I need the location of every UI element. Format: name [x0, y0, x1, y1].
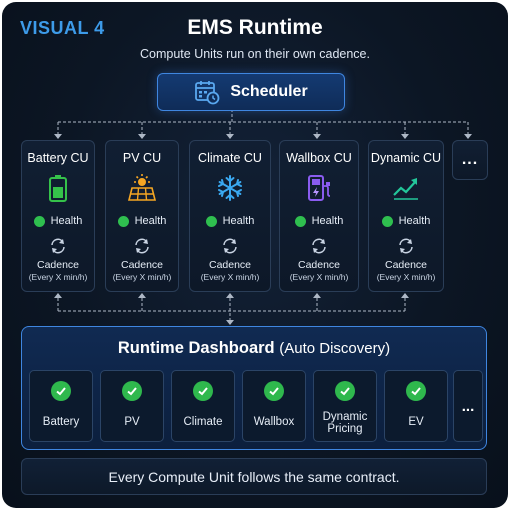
- check-icon: [335, 381, 355, 401]
- dashboard-title-main: Runtime Dashboard: [117, 339, 275, 357]
- cu-card-wallbox[interactable]: Wallbox CU Health Cadence (Every X min/h…: [279, 140, 359, 292]
- cu-title: Wallbox CU: [286, 151, 352, 165]
- tile-label: Wallbox: [253, 416, 295, 428]
- health-indicator: Health: [22, 215, 94, 227]
- solar-panel-icon: [106, 174, 178, 202]
- dashboard-title-sub: (Auto Discovery): [279, 340, 391, 357]
- cadence-label: Cadence: [36, 259, 80, 271]
- cadence-detail: (Every X min/h): [289, 272, 349, 282]
- contract-footer: Every Compute Unit follows the same cont…: [21, 458, 487, 495]
- tile-label: Dynamic Pricing: [314, 411, 376, 435]
- cadence-detail: (Every X min/h): [112, 272, 172, 282]
- refresh-icon: [106, 237, 178, 255]
- dashboard-tile-climate[interactable]: Climate: [171, 370, 235, 442]
- dashboard-title: Runtime Dashboard (Auto Discovery): [22, 339, 486, 358]
- check-icon: [51, 381, 71, 401]
- diagram-frame: VISUAL 4 EMS Runtime Compute Units run o…: [2, 2, 508, 508]
- dashboard-tile-pv[interactable]: PV: [100, 370, 164, 442]
- refresh-icon: [190, 237, 270, 255]
- cadence-detail: (Every X min/h): [200, 272, 260, 282]
- cadence-label: Cadence: [297, 259, 341, 271]
- health-indicator: Health: [106, 215, 178, 227]
- health-indicator: Health: [190, 215, 270, 227]
- refresh-icon: [280, 237, 358, 255]
- tile-label: EV: [408, 416, 424, 428]
- health-dot: [117, 215, 129, 227]
- health-dot: [33, 215, 45, 227]
- cu-card-climate[interactable]: Climate CU Health Cadence (Every X min/h…: [189, 140, 271, 292]
- check-icon: [264, 381, 284, 401]
- health-label: Health: [311, 215, 344, 227]
- health-label: Health: [50, 215, 83, 227]
- cu-card-dynamic[interactable]: Dynamic CU Health Cadence (Every X min/h…: [368, 140, 444, 292]
- tile-label-line1: Dynamic: [322, 411, 368, 423]
- tile-label-line2: Pricing: [327, 423, 363, 435]
- trend-chart-icon: [369, 174, 443, 202]
- health-label: Health: [222, 215, 255, 227]
- check-icon: [193, 381, 213, 401]
- cadence-label: Cadence: [208, 259, 252, 271]
- tile-label: Climate: [183, 416, 223, 428]
- scheduler-box[interactable]: Scheduler: [157, 73, 345, 111]
- cadence-label: Cadence: [384, 259, 428, 271]
- cadence-label: Cadence: [120, 259, 164, 271]
- health-label: Health: [398, 215, 431, 227]
- cu-title: Battery CU: [27, 151, 89, 165]
- scheduler-label: Scheduler: [230, 83, 308, 100]
- health-label: Health: [134, 215, 167, 227]
- cadence-detail: (Every X min/h): [376, 272, 436, 282]
- health-dot: [381, 215, 393, 227]
- refresh-icon: [369, 237, 443, 255]
- runtime-dashboard: Runtime Dashboard (Auto Discovery) Batte…: [21, 326, 487, 450]
- health-indicator: Health: [369, 215, 443, 227]
- more-compute-units-button[interactable]: ...: [452, 140, 488, 180]
- cu-title: Climate CU: [198, 151, 262, 165]
- check-icon: [122, 381, 142, 401]
- check-icon: [406, 381, 426, 401]
- ev-charger-icon: [280, 174, 358, 202]
- dashboard-tile-battery[interactable]: Battery: [29, 370, 93, 442]
- health-dot: [294, 215, 306, 227]
- dashboard-tile-ev[interactable]: EV: [384, 370, 448, 442]
- snowflake-icon: [190, 174, 270, 202]
- health-dot: [205, 215, 217, 227]
- cu-title: Dynamic CU: [370, 151, 442, 165]
- tile-label: Battery: [42, 416, 80, 428]
- dashboard-tile-dynamic-pricing[interactable]: Dynamic Pricing: [313, 370, 377, 442]
- dashboard-tile-wallbox[interactable]: Wallbox: [242, 370, 306, 442]
- calendar-clock-icon: [194, 79, 220, 105]
- health-indicator: Health: [280, 215, 358, 227]
- cu-card-battery[interactable]: Battery CU Health Cadence (Every X min/h…: [21, 140, 95, 292]
- battery-icon: [22, 174, 94, 202]
- cu-title: PV CU: [122, 151, 162, 165]
- more-tiles-button[interactable]: ...: [453, 370, 483, 442]
- tile-label: PV: [124, 416, 140, 428]
- refresh-icon: [22, 237, 94, 255]
- cu-card-pv[interactable]: PV CU Health Cadence (Every X min/h): [105, 140, 179, 292]
- cadence-detail: (Every X min/h): [28, 272, 88, 282]
